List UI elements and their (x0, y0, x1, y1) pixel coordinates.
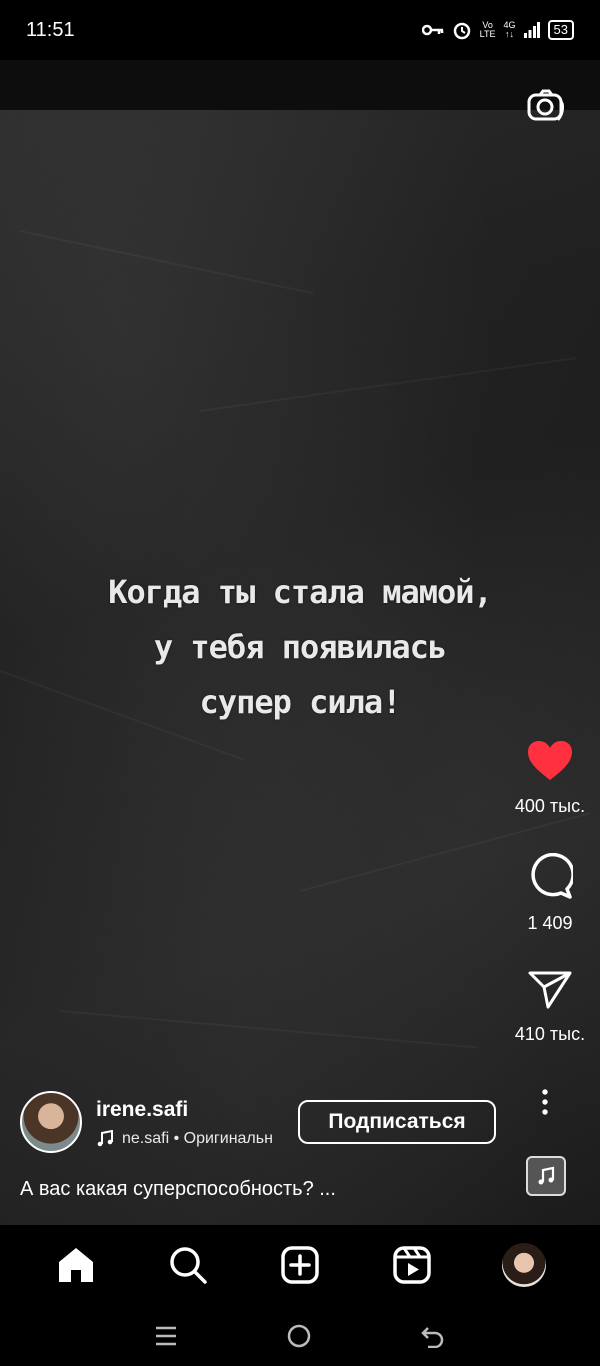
nav-home[interactable] (51, 1240, 101, 1290)
audio-info[interactable]: ne.safi • Оригинальн (96, 1130, 273, 1148)
comment-action[interactable]: 1 409 (500, 853, 600, 934)
reel-overlay-text: Когда ты стала мамой, у тебя появилась с… (0, 565, 600, 730)
overlay-line: у тебя появилась (153, 628, 447, 666)
recent-apps-icon[interactable] (154, 1324, 178, 1348)
comment-icon[interactable] (527, 853, 573, 899)
signal-icon (523, 22, 540, 38)
audio-title: ne.safi • Оригинальн (122, 1130, 273, 1147)
network-type: 4G ↑↓ (503, 20, 516, 39)
camera-icon[interactable] (526, 86, 566, 126)
comment-count: 1 409 (527, 913, 573, 933)
battery-indicator: 53 (547, 20, 574, 40)
like-action[interactable]: 400 тыс. (500, 740, 600, 817)
system-navigation (0, 1305, 600, 1366)
overlay-line: супер сила! (199, 683, 402, 721)
volte-indicator: Vo LTE (479, 20, 496, 39)
home-icon (59, 1248, 93, 1282)
more-vertical-icon[interactable] (535, 1088, 555, 1118)
alarm-icon (453, 22, 470, 40)
nav-create[interactable] (275, 1240, 325, 1290)
follow-button[interactable]: Подписаться (298, 1100, 496, 1144)
send-icon[interactable] (528, 970, 572, 1010)
home-button-icon[interactable] (286, 1323, 312, 1349)
music-note-icon (538, 1166, 555, 1185)
reels-icon (393, 1246, 431, 1284)
share-action[interactable]: 410 тыс. (500, 970, 600, 1045)
search-icon (170, 1247, 207, 1284)
heart-icon[interactable] (527, 740, 573, 782)
back-icon[interactable] (420, 1324, 446, 1348)
nav-search[interactable] (163, 1240, 213, 1290)
share-count: 410 тыс. (514, 1024, 586, 1044)
reel-caption[interactable]: А вас какая суперспособность? ... (20, 1178, 336, 1201)
nav-reels[interactable] (387, 1240, 437, 1290)
like-count: 400 тыс. (514, 796, 586, 816)
status-bar: 11:51 Vo LTE 4G ↑↓ 53 (0, 0, 600, 60)
status-icons: Vo LTE 4G ↑↓ 53 (421, 20, 574, 40)
audio-thumbnail[interactable] (526, 1156, 566, 1196)
top-bar-background (0, 60, 600, 110)
bottom-nav (0, 1225, 600, 1305)
nav-profile[interactable] (499, 1240, 549, 1290)
author-avatar[interactable] (20, 1091, 82, 1153)
overlay-line: Когда ты стала мамой, (108, 573, 493, 611)
plus-square-icon (281, 1246, 319, 1284)
author-username[interactable]: irene.safi (96, 1098, 188, 1122)
key-icon (421, 24, 443, 36)
profile-avatar (502, 1243, 546, 1287)
music-note-icon (97, 1130, 113, 1147)
status-time: 11:51 (26, 18, 75, 41)
